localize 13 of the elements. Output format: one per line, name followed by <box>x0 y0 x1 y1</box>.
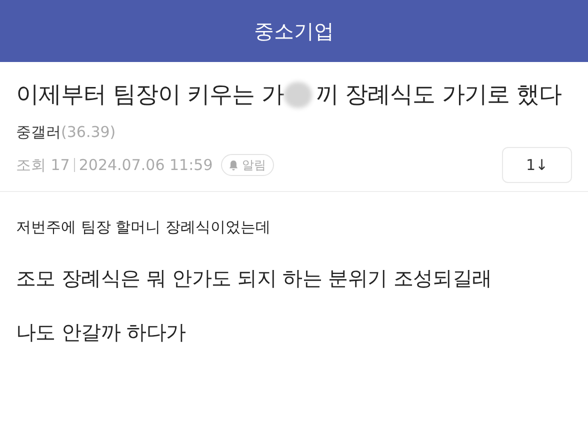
body-text: 저번주에 팀장 할머니 장례식이었는데 <box>16 217 272 238</box>
author-score: (36.39) <box>61 122 116 142</box>
bell-icon <box>228 160 238 170</box>
sort-button[interactable]: 1↓ <box>502 147 572 183</box>
body-text: 조모 장례식은 뭐 안가도 되지 하는 분위기 조성되길래 <box>16 264 493 292</box>
post-date: 2024.07.06 11:59 <box>78 154 213 176</box>
blur-mask <box>284 82 312 108</box>
post-title: 끼 장례식도 가기로 했다 <box>316 81 562 110</box>
post-title: 이제부터 팀장이 키우는 가 <box>16 81 284 110</box>
author-name: 중갤러 <box>16 122 61 142</box>
page-title: 중소기업 <box>254 18 334 45</box>
body-text: 나도 안갈까 하다가 <box>16 318 187 346</box>
view-count: 조회 17 <box>16 154 70 176</box>
